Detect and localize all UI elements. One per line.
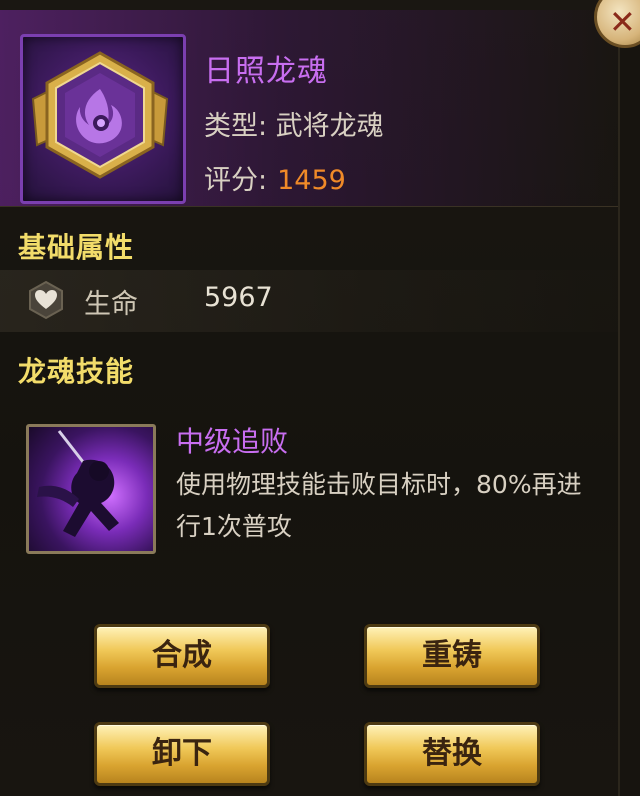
close-icon: ✕ — [609, 3, 636, 41]
reforge-button[interactable]: 重铸 — [364, 624, 540, 688]
item-name: 日照龙魂 — [204, 54, 328, 89]
heart-icon — [29, 280, 63, 320]
attribute-label: 生命 — [84, 289, 138, 320]
skill-description: 使用物理技能击败目标时，80%再进行1次普攻 — [176, 470, 582, 541]
score-value: 1459 — [277, 165, 346, 196]
item-type: 类型: 武将龙魂 — [204, 111, 384, 142]
unequip-button[interactable]: 卸下 — [94, 722, 270, 786]
item-score: 评分: 1459 — [204, 158, 346, 197]
ninja-strike-icon — [37, 430, 119, 537]
item-icon-frame — [20, 34, 186, 204]
skill-icon-frame — [26, 424, 156, 554]
item-header: 日照龙魂 类型: 武将龙魂 评分: 1459 — [0, 10, 618, 207]
skill-section-title: 龙魂技能 — [18, 355, 135, 388]
base-attributes-title: 基础属性 — [18, 231, 135, 264]
dragon-soul-emblem-icon — [31, 51, 169, 179]
attribute-row: 生命 5967 — [0, 270, 618, 332]
replace-button[interactable]: 替换 — [364, 722, 540, 786]
item-detail-panel: 日照龙魂 类型: 武将龙魂 评分: 1459 基础属性 生命 5967 龙魂技能 … — [0, 0, 620, 796]
score-label: 评分: — [204, 165, 268, 196]
compose-button[interactable]: 合成 — [94, 624, 270, 688]
attribute-value: 5967 — [204, 282, 273, 313]
skill-name: 中级追败 — [176, 425, 289, 458]
